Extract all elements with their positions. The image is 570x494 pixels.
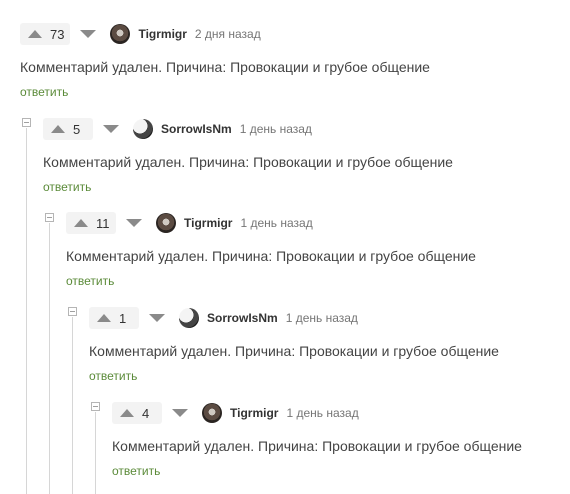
timestamp[interactable]: 1 день назад bbox=[286, 311, 358, 325]
comment-text: Комментарий удален. Причина: Провокации … bbox=[20, 59, 430, 75]
comment: 4 Tigrmigr 1 день назад Комментарий удал… bbox=[112, 402, 522, 478]
timestamp[interactable]: 2 дня назад bbox=[195, 27, 261, 41]
thread-line bbox=[72, 317, 73, 494]
comment: 1 SorrowIsNm 1 день назад Комментарий уд… bbox=[89, 307, 499, 383]
thread-line bbox=[49, 223, 50, 494]
comment-text: Комментарий удален. Причина: Провокации … bbox=[66, 248, 476, 264]
avatar[interactable] bbox=[156, 213, 176, 233]
avatar[interactable] bbox=[133, 119, 153, 139]
comment-text: Комментарий удален. Причина: Провокации … bbox=[43, 154, 453, 170]
avatar[interactable] bbox=[179, 308, 199, 328]
upvote-icon[interactable] bbox=[74, 219, 88, 227]
downvote-icon[interactable] bbox=[172, 409, 188, 417]
thread-line bbox=[26, 128, 27, 494]
author-name[interactable]: SorrowIsNm bbox=[207, 311, 278, 325]
collapse-toggle[interactable] bbox=[45, 213, 54, 222]
author-name[interactable]: Tigrmigr bbox=[184, 216, 232, 230]
timestamp[interactable]: 1 день назад bbox=[240, 122, 312, 136]
author-name[interactable]: Tigrmigr bbox=[230, 406, 278, 420]
reply-link[interactable]: ответить bbox=[66, 274, 476, 288]
vote-count: 4 bbox=[142, 405, 150, 421]
downvote-icon[interactable] bbox=[103, 125, 119, 133]
reply-link[interactable]: ответить bbox=[20, 85, 430, 99]
timestamp[interactable]: 1 день назад bbox=[240, 216, 312, 230]
author-name[interactable]: SorrowIsNm bbox=[161, 122, 232, 136]
comment-header: 11 Tigrmigr 1 день назад bbox=[66, 212, 476, 234]
vote-count: 73 bbox=[50, 26, 65, 42]
upvote-icon[interactable] bbox=[51, 125, 65, 133]
collapse-toggle[interactable] bbox=[22, 118, 31, 127]
downvote-icon[interactable] bbox=[149, 314, 165, 322]
upvote-icon[interactable] bbox=[120, 409, 134, 417]
vote-box: 4 bbox=[112, 402, 162, 424]
reply-link[interactable]: ответить bbox=[89, 369, 499, 383]
vote-box: 1 bbox=[89, 307, 139, 329]
avatar[interactable] bbox=[202, 403, 222, 423]
upvote-icon[interactable] bbox=[97, 314, 111, 322]
vote-count: 5 bbox=[73, 121, 81, 137]
comment-header: 1 SorrowIsNm 1 день назад bbox=[89, 307, 499, 329]
upvote-icon[interactable] bbox=[28, 30, 42, 38]
vote-count: 1 bbox=[119, 310, 127, 326]
comment: 11 Tigrmigr 1 день назад Комментарий уда… bbox=[66, 212, 476, 288]
collapse-toggle[interactable] bbox=[91, 402, 100, 411]
vote-box: 5 bbox=[43, 118, 93, 140]
avatar[interactable] bbox=[110, 24, 131, 44]
downvote-icon[interactable] bbox=[80, 30, 97, 38]
reply-link[interactable]: ответить bbox=[43, 180, 453, 194]
comment-text: Комментарий удален. Причина: Провокации … bbox=[89, 343, 499, 359]
comment-header: 73 Tigrmigr 2 дня назад bbox=[20, 23, 430, 45]
collapse-toggle[interactable] bbox=[68, 307, 77, 316]
comment-header: 5 SorrowIsNm 1 день назад bbox=[43, 118, 453, 140]
thread-line bbox=[95, 412, 96, 494]
downvote-icon[interactable] bbox=[126, 219, 142, 227]
comment: 73 Tigrmigr 2 дня назад Комментарий удал… bbox=[20, 23, 430, 99]
vote-box: 11 bbox=[66, 212, 116, 234]
reply-link[interactable]: ответить bbox=[112, 464, 522, 478]
comment: 5 SorrowIsNm 1 день назад Комментарий уд… bbox=[43, 118, 453, 194]
comment-text: Комментарий удален. Причина: Провокации … bbox=[112, 438, 522, 454]
timestamp[interactable]: 1 день назад bbox=[286, 406, 358, 420]
author-name[interactable]: Tigrmigr bbox=[138, 27, 186, 41]
vote-count: 11 bbox=[96, 215, 110, 231]
comment-header: 4 Tigrmigr 1 день назад bbox=[112, 402, 522, 424]
vote-box: 73 bbox=[20, 23, 71, 45]
